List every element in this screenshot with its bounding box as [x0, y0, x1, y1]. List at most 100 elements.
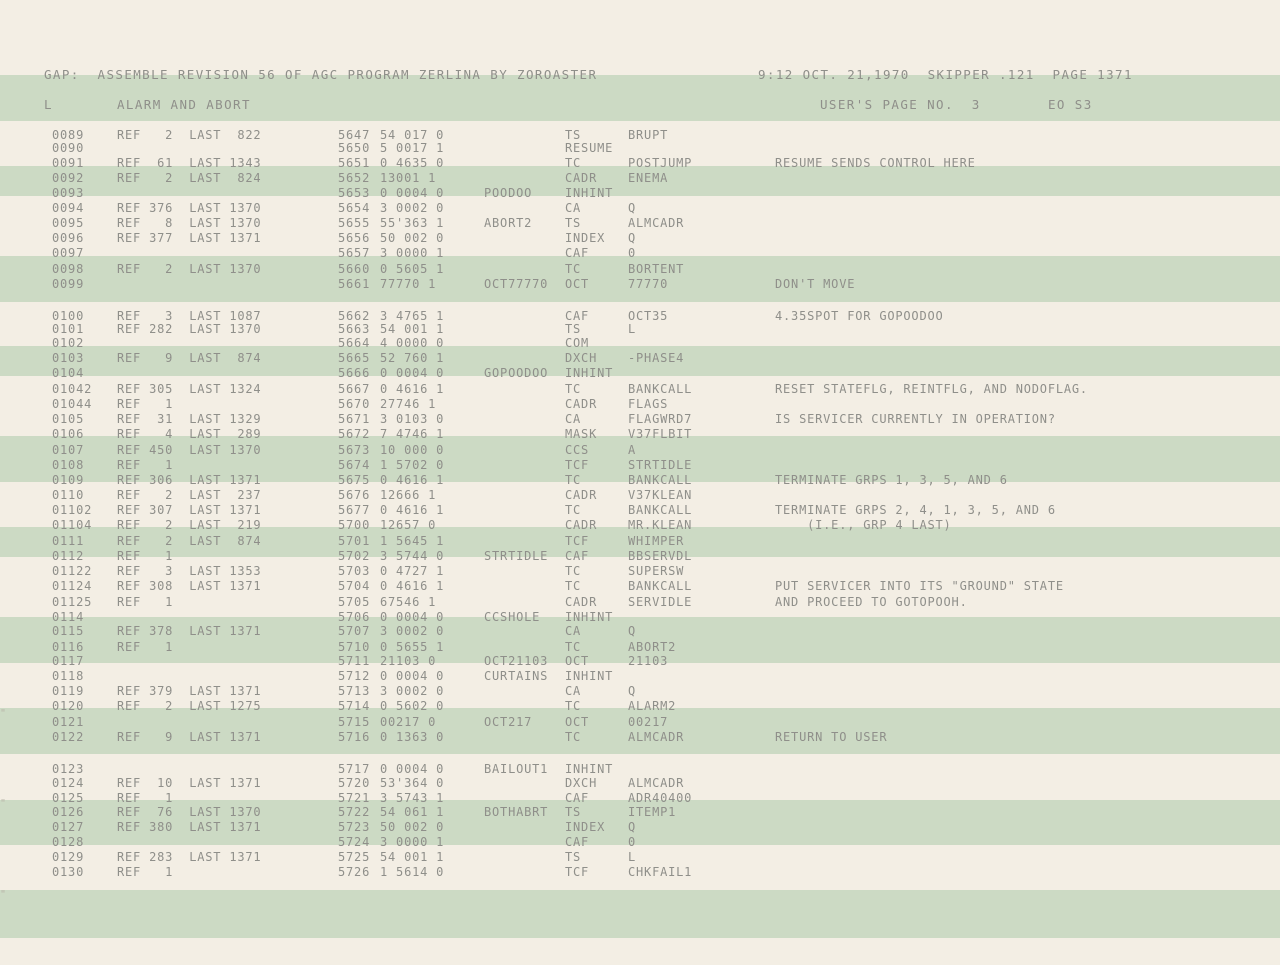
line-number: 0099: [52, 277, 85, 291]
machine-word: 00217 0: [380, 715, 437, 729]
address: 5714: [338, 699, 371, 713]
opcode: CAF: [565, 309, 590, 323]
opcode: RESUME: [565, 141, 614, 155]
line-number: 0116: [52, 640, 85, 654]
reference: REF 2 LAST 824: [117, 171, 262, 185]
address: 5677: [338, 503, 371, 517]
operand: Q: [628, 231, 637, 245]
machine-word: 0 5602 0: [380, 699, 445, 713]
reference: REF 308 LAST 1371: [117, 579, 262, 593]
operand: CHKFAIL1: [628, 865, 693, 879]
reference: REF 450 LAST 1370: [117, 443, 262, 457]
address: 5654: [338, 201, 371, 215]
opcode: TC: [565, 156, 582, 170]
machine-word: 50 002 0: [380, 820, 445, 834]
opcode: MASK: [565, 427, 598, 441]
address: 5670: [338, 397, 371, 411]
operand: BANKCALL: [628, 503, 693, 517]
operand: FLAGWRD7: [628, 412, 693, 426]
opcode: CAF: [565, 791, 590, 805]
address: 5716: [338, 730, 371, 744]
machine-word: 0 0004 0: [380, 669, 445, 683]
machine-word: 54 001 1: [380, 850, 445, 864]
comment: (I.E., GRP 4 LAST): [775, 518, 952, 532]
symbol-label: CURTAINS: [484, 669, 549, 683]
margin-mark: ": [0, 708, 7, 719]
line-number: 0093: [52, 186, 85, 200]
address: 5715: [338, 715, 371, 729]
machine-word: 3 0002 0: [380, 684, 445, 698]
machine-word: 0 5655 1: [380, 640, 445, 654]
address: 5667: [338, 382, 371, 396]
address: 5651: [338, 156, 371, 170]
symbol-label: OCT217: [484, 715, 533, 729]
operand: ITEMP1: [628, 805, 677, 819]
line-number: 0120: [52, 699, 85, 713]
opcode: INDEX: [565, 231, 606, 245]
opcode: COM: [565, 336, 590, 350]
operand: ADR40400: [628, 791, 693, 805]
margin-mark: ": [0, 889, 7, 900]
operand: -PHASE4: [628, 351, 685, 365]
line-number: 0092: [52, 171, 85, 185]
comment: RESUME SENDS CONTROL HERE: [775, 156, 976, 170]
machine-word: 54 001 1: [380, 322, 445, 336]
line-number: 01042: [52, 382, 93, 396]
symbol-label: ABORT2: [484, 216, 533, 230]
operand: OCT35: [628, 309, 669, 323]
section-title: ALARM AND ABORT: [117, 97, 251, 112]
opcode: TS: [565, 850, 582, 864]
address: 5657: [338, 246, 371, 260]
opcode: CA: [565, 201, 582, 215]
line-number: 01044: [52, 397, 93, 411]
address: 5663: [338, 322, 371, 336]
address: 5707: [338, 624, 371, 638]
operand: BORTENT: [628, 262, 685, 276]
reference: REF 283 LAST 1371: [117, 850, 262, 864]
address: 5723: [338, 820, 371, 834]
line-number: 0098: [52, 262, 85, 276]
reference: REF 1: [117, 865, 174, 879]
address: 5675: [338, 473, 371, 487]
line-number: 0089: [52, 128, 85, 142]
operand: 0: [628, 835, 637, 849]
address: 5653: [338, 186, 371, 200]
opcode: INHINT: [565, 610, 614, 624]
symbol-label: STRTIDLE: [484, 549, 549, 563]
address: 5724: [338, 835, 371, 849]
operand: FLAGS: [628, 397, 669, 411]
line-number: 0114: [52, 610, 85, 624]
opcode: TC: [565, 640, 582, 654]
comment: IS SERVICER CURRENTLY IN OPERATION?: [775, 412, 1056, 426]
opcode: INHINT: [565, 762, 614, 776]
reference: REF 2 LAST 237: [117, 488, 262, 502]
machine-word: 27746 1: [380, 397, 437, 411]
machine-word: 7 4746 1: [380, 427, 445, 441]
line-number: 0102: [52, 336, 85, 350]
machine-word: 53'364 0: [380, 776, 445, 790]
operand: Q: [628, 201, 637, 215]
line-number: 01104: [52, 518, 93, 532]
symbol-label: CCSHOLE: [484, 610, 541, 624]
print-datetime: 9:12 OCT. 21,1970 SKIPPER .121 PAGE 1371: [758, 67, 1133, 82]
address: 5712: [338, 669, 371, 683]
comment: RETURN TO USER: [775, 730, 888, 744]
reference: REF 9 LAST 874: [117, 351, 262, 365]
line-number: 0121: [52, 715, 85, 729]
reference: REF 376 LAST 1370: [117, 201, 262, 215]
line-number: 0118: [52, 669, 85, 683]
opcode: CCS: [565, 443, 590, 457]
reference: REF 31 LAST 1329: [117, 412, 262, 426]
opcode: TC: [565, 699, 582, 713]
machine-word: 10 000 0: [380, 443, 445, 457]
operand: 00217: [628, 715, 669, 729]
machine-word: 54 061 1: [380, 805, 445, 819]
operand: POSTJUMP: [628, 156, 693, 170]
line-number: 01102: [52, 503, 93, 517]
address: 5655: [338, 216, 371, 230]
opcode: TC: [565, 730, 582, 744]
machine-word: 13001 1: [380, 171, 437, 185]
operand: Q: [628, 820, 637, 834]
opcode: CADR: [565, 397, 598, 411]
reference: REF 4 LAST 289: [117, 427, 262, 441]
